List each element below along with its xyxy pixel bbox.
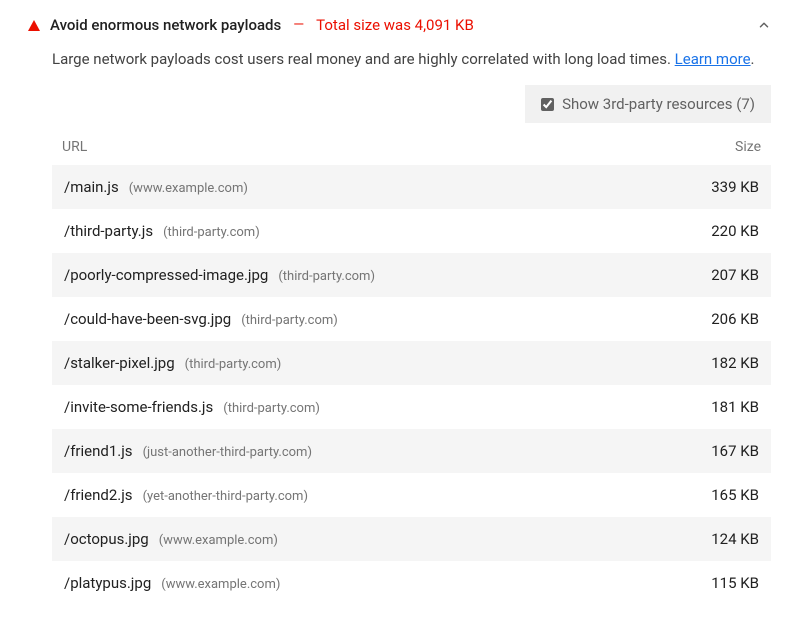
resource-host: (third-party.com) [241, 313, 338, 328]
table-row: /platypus.jpg (www.example.com) 115 KB [52, 561, 771, 605]
url-cell: /invite-some-friends.js (third-party.com) [64, 398, 320, 416]
url-cell: /friend2.js (yet-another-third-party.com) [64, 486, 308, 504]
table-header: URL Size [52, 133, 771, 165]
resource-host: (www.example.com) [129, 181, 248, 196]
resource-host: (third-party.com) [185, 357, 282, 372]
url-cell: /octopus.jpg (www.example.com) [64, 530, 278, 548]
resource-size: 206 KB [711, 310, 759, 328]
resource-host: (third-party.com) [163, 225, 260, 240]
url-cell: /could-have-been-svg.jpg (third-party.com… [64, 310, 338, 328]
table-row: /invite-some-friends.js (third-party.com)… [52, 385, 771, 429]
resource-path: /main.js [64, 178, 119, 196]
resource-path: /poorly-compressed-image.jpg [64, 266, 268, 284]
resource-path: /invite-some-friends.js [64, 398, 213, 416]
resource-host: (www.example.com) [161, 577, 280, 592]
table-row: /friend1.js (just-another-third-party.com… [52, 429, 771, 473]
resource-size: 167 KB [711, 442, 759, 460]
table-row: /stalker-pixel.jpg (third-party.com) 182 K… [52, 341, 771, 385]
separator: — [291, 17, 306, 33]
audit-header[interactable]: Avoid enormous network payloads — Total … [28, 12, 771, 48]
description-suffix: . [751, 50, 755, 68]
url-cell: /poorly-compressed-image.jpg (third-party… [64, 266, 375, 284]
resource-size: 115 KB [711, 574, 759, 592]
resource-path: /octopus.jpg [64, 530, 149, 548]
audit-result: Total size was 4,091 KB [316, 16, 474, 34]
table-body: /main.js (www.example.com) 339 KB/third-pa… [52, 165, 771, 605]
resource-path: /stalker-pixel.jpg [64, 354, 175, 372]
table-row: /main.js (www.example.com) 339 KB [52, 165, 771, 209]
url-cell: /third-party.js (third-party.com) [64, 222, 260, 240]
learn-more-link[interactable]: Learn more [675, 50, 751, 68]
resource-host: (www.example.com) [159, 533, 278, 548]
table-row: /third-party.js (third-party.com) 220 KB [52, 209, 771, 253]
audit-body: Large network payloads cost users real m… [28, 48, 771, 605]
table-row: /friend2.js (yet-another-third-party.com)… [52, 473, 771, 517]
resource-path: /could-have-been-svg.jpg [64, 310, 231, 328]
resource-host: (yet-another-third-party.com) [143, 489, 308, 504]
audit-panel: Avoid enormous network payloads — Total … [0, 0, 799, 605]
resource-size: 181 KB [711, 398, 759, 416]
filter-row: Show 3rd-party resources (7) [52, 85, 771, 123]
column-size: Size [735, 139, 761, 155]
chevron-up-icon[interactable] [757, 18, 771, 32]
resource-size: 339 KB [711, 178, 759, 196]
third-party-filter[interactable]: Show 3rd-party resources (7) [525, 85, 771, 123]
description-text: Large network payloads cost users real m… [52, 50, 675, 68]
resource-host: (third-party.com) [223, 401, 320, 416]
third-party-filter-label: Show 3rd-party resources (7) [562, 95, 755, 113]
third-party-checkbox[interactable] [541, 98, 554, 111]
resource-path: /platypus.jpg [64, 574, 151, 592]
table-row: /octopus.jpg (www.example.com) 124 KB [52, 517, 771, 561]
resource-size: 220 KB [711, 222, 759, 240]
url-cell: /friend1.js (just-another-third-party.com… [64, 442, 312, 460]
audit-description: Large network payloads cost users real m… [52, 48, 771, 71]
resource-size: 124 KB [711, 530, 759, 548]
resource-host: (third-party.com) [278, 269, 375, 284]
resource-path: /third-party.js [64, 222, 153, 240]
resource-size: 182 KB [711, 354, 759, 372]
resource-size: 207 KB [711, 266, 759, 284]
url-cell: /main.js (www.example.com) [64, 178, 248, 196]
resource-size: 165 KB [711, 486, 759, 504]
warning-triangle-icon [28, 20, 40, 31]
table-row: /poorly-compressed-image.jpg (third-party… [52, 253, 771, 297]
url-cell: /platypus.jpg (www.example.com) [64, 574, 280, 592]
resource-host: (just-another-third-party.com) [143, 445, 312, 460]
resource-path: /friend2.js [64, 486, 133, 504]
url-cell: /stalker-pixel.jpg (third-party.com) [64, 354, 281, 372]
audit-title: Avoid enormous network payloads [50, 16, 281, 34]
table-row: /could-have-been-svg.jpg (third-party.com… [52, 297, 771, 341]
resource-path: /friend1.js [64, 442, 133, 460]
column-url: URL [62, 139, 87, 155]
